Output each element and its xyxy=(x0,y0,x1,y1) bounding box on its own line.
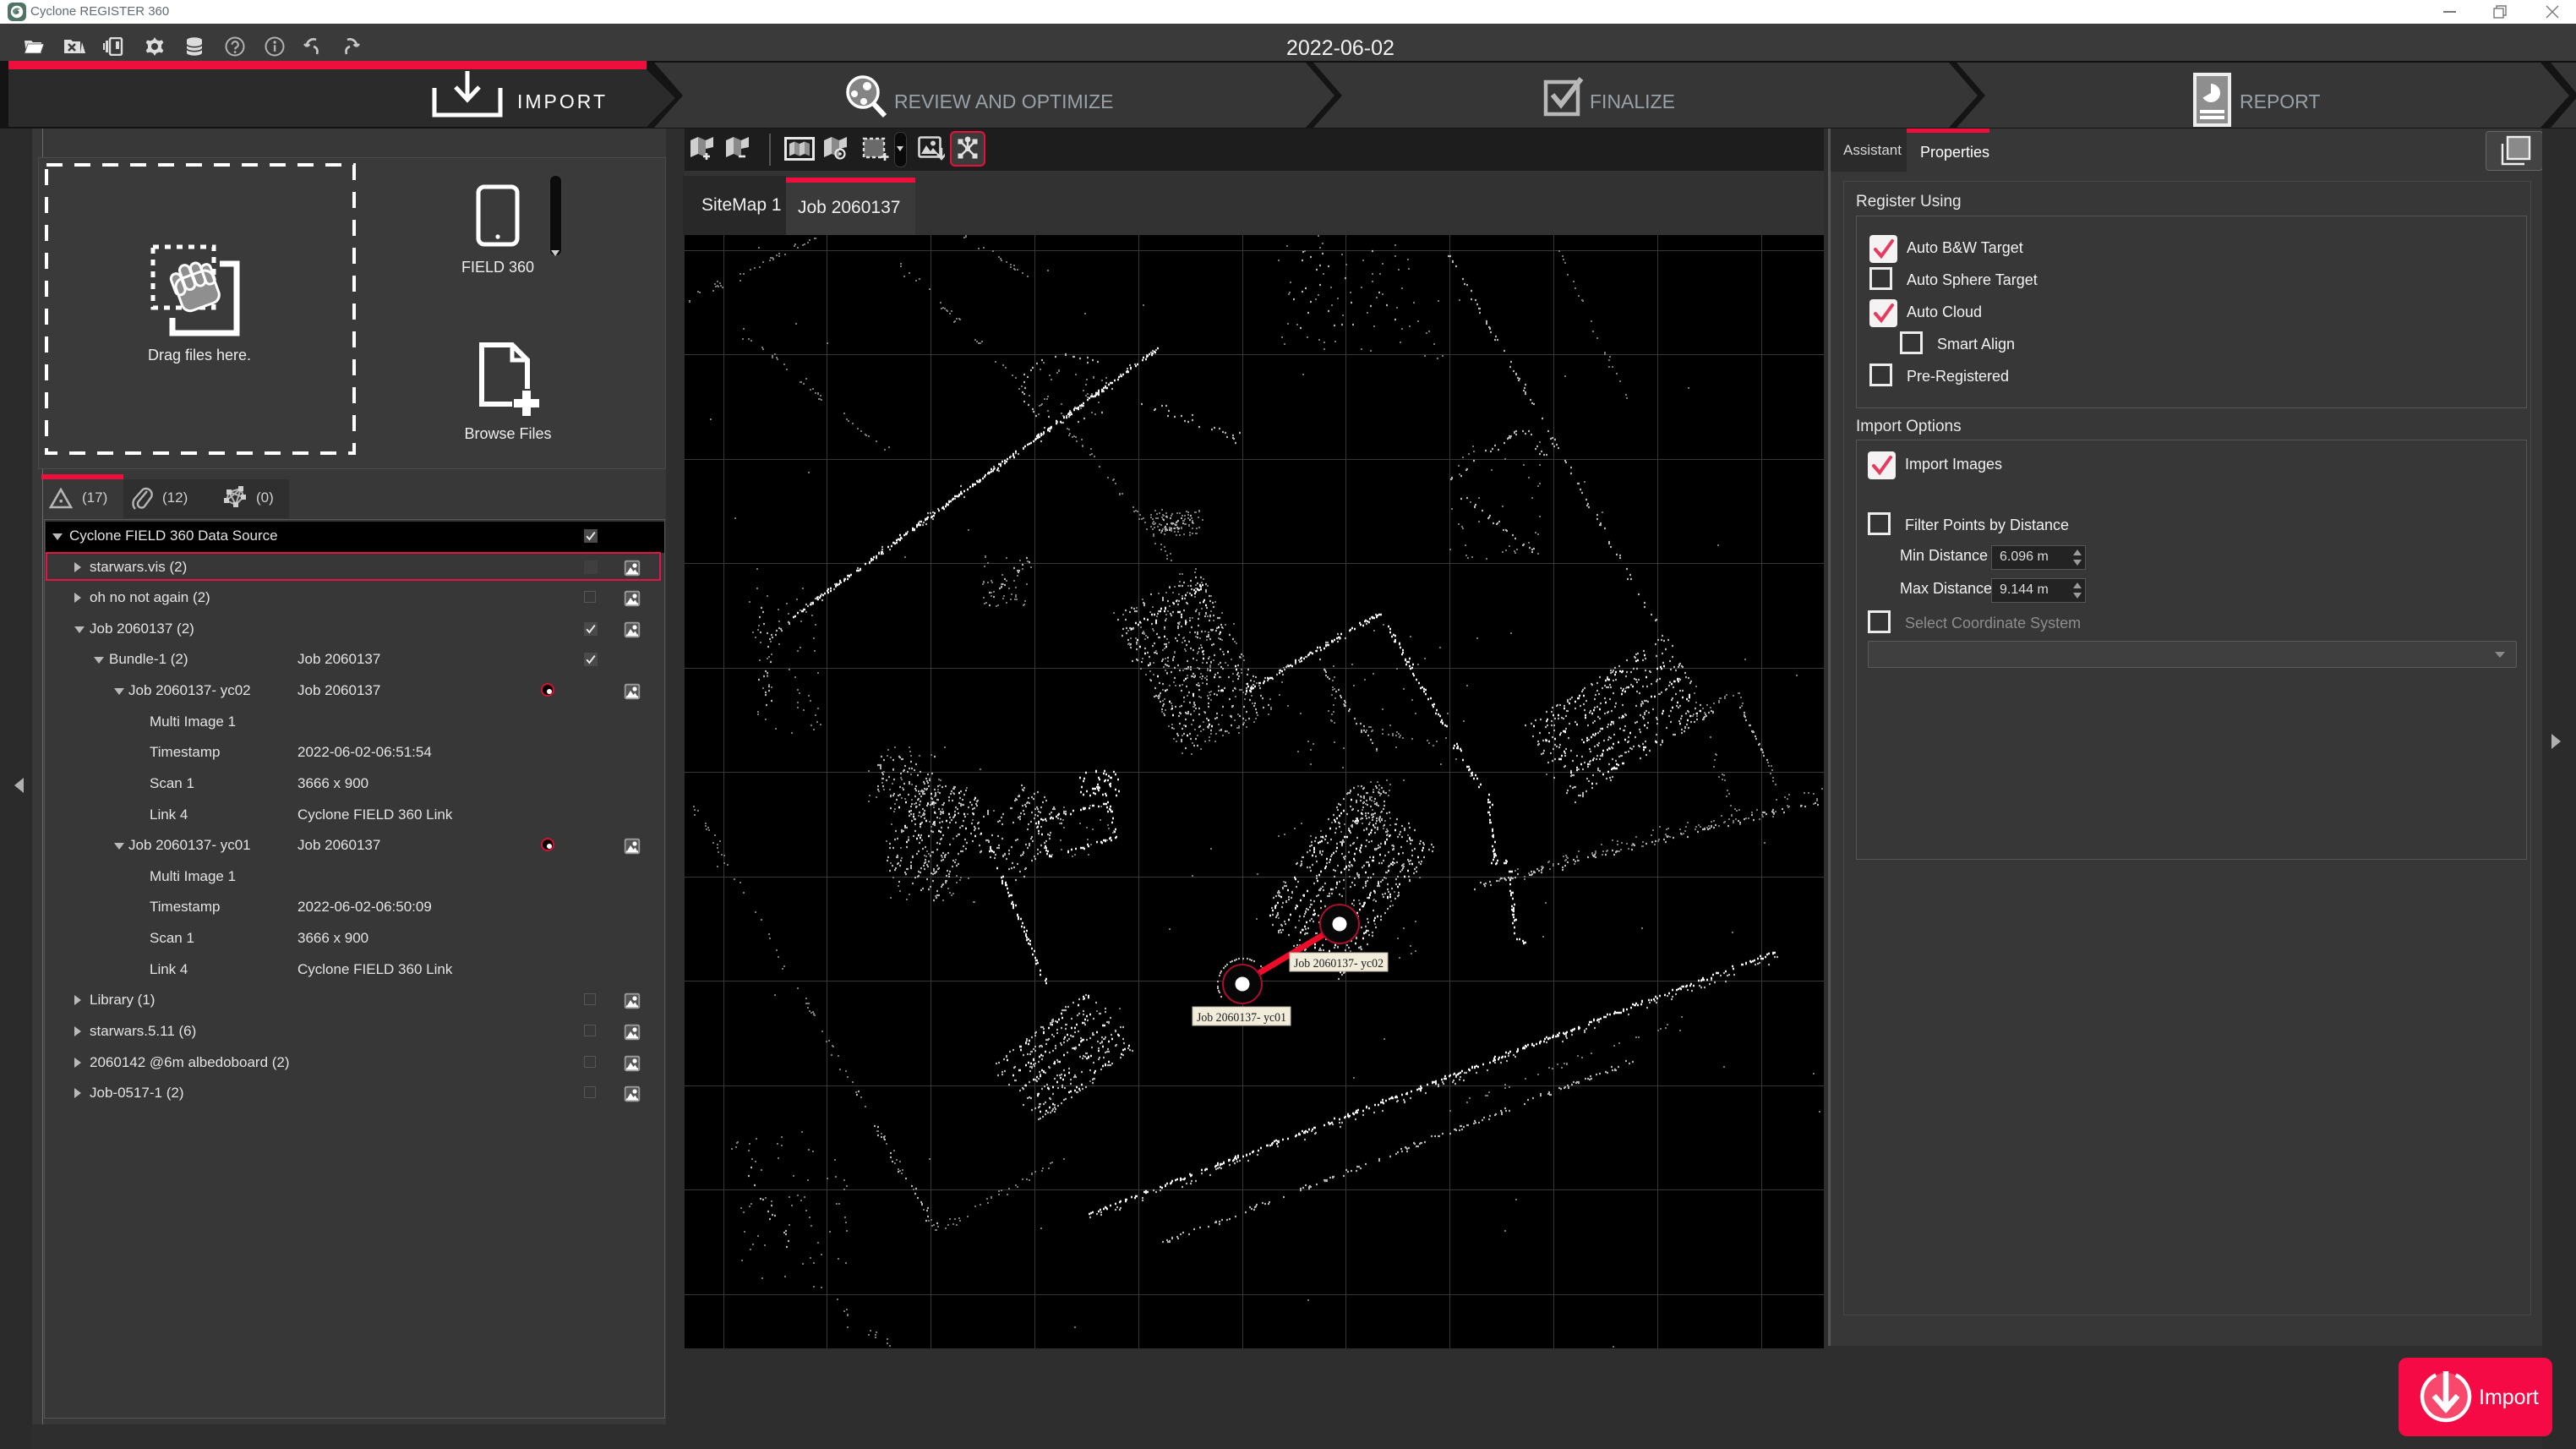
svg-text:REPORT: REPORT xyxy=(2240,90,2320,112)
svg-text:REVIEW AND OPTIMIZE: REVIEW AND OPTIMIZE xyxy=(894,90,1113,112)
svg-text:IMPORT: IMPORT xyxy=(517,90,608,112)
svg-text:FINALIZE: FINALIZE xyxy=(1590,90,1675,112)
svg-text:Job 2060137- yc02: Job 2060137- yc02 xyxy=(1294,957,1384,971)
svg-text:Job 2060137- yc01: Job 2060137- yc01 xyxy=(1197,1011,1286,1025)
